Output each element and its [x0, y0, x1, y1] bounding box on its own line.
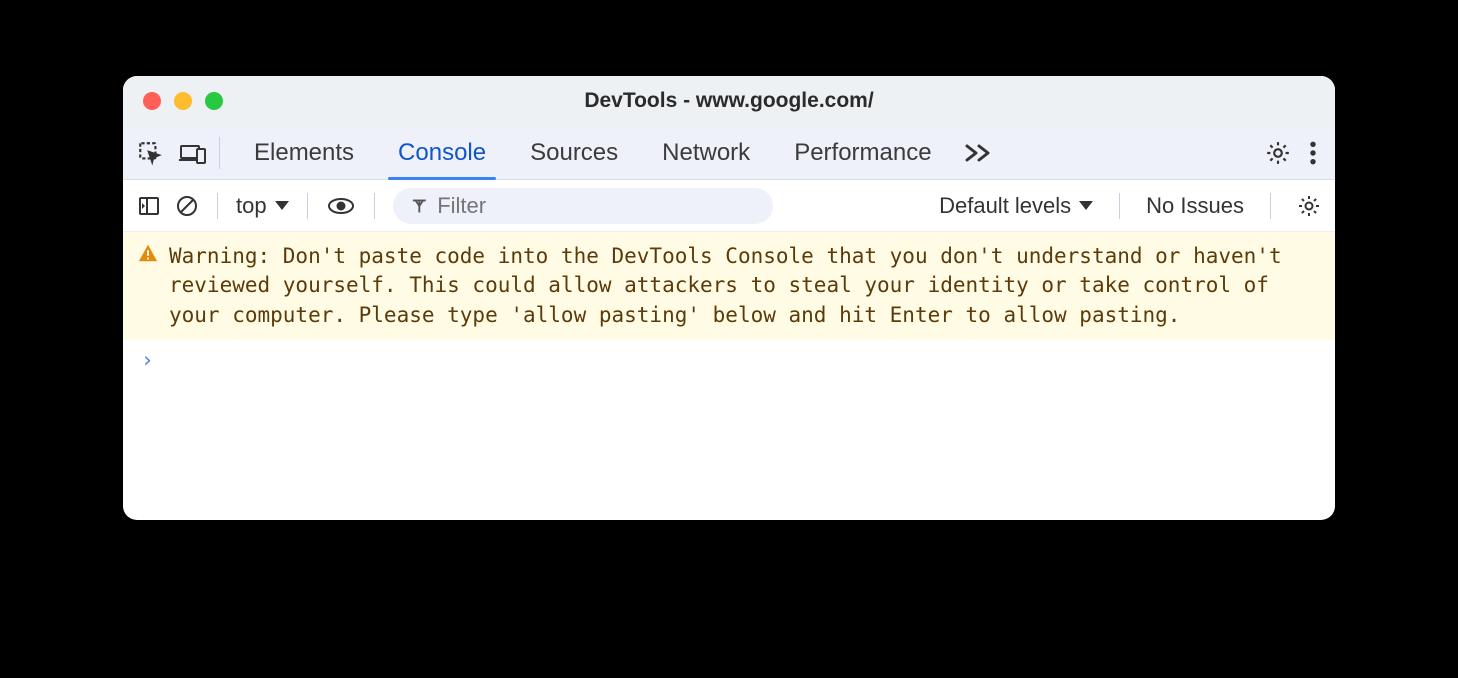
filter-text-field[interactable] — [437, 193, 754, 219]
log-levels-selector[interactable]: Default levels — [939, 193, 1093, 219]
issues-counter[interactable]: No Issues — [1146, 193, 1244, 219]
divider — [217, 193, 218, 219]
divider — [374, 193, 375, 219]
clear-console-icon[interactable] — [175, 194, 199, 218]
console-toolbar: top Default levels — [123, 180, 1335, 232]
context-label: top — [236, 193, 267, 219]
tab-console[interactable]: Console — [376, 126, 508, 179]
settings-icon[interactable] — [1265, 140, 1291, 166]
filter-input[interactable] — [393, 188, 773, 224]
window-title: DevTools - www.google.com/ — [123, 89, 1335, 113]
minimize-window-button[interactable] — [174, 92, 192, 110]
tab-sources[interactable]: Sources — [508, 126, 640, 179]
live-expression-icon[interactable] — [326, 196, 356, 216]
issues-label: No Issues — [1146, 193, 1244, 219]
prompt-chevron-icon: › — [141, 348, 154, 372]
warning-icon — [137, 242, 159, 264]
tab-performance[interactable]: Performance — [772, 126, 953, 179]
close-window-button[interactable] — [143, 92, 161, 110]
inspect-tools — [137, 140, 207, 166]
divider — [307, 193, 308, 219]
divider — [1270, 193, 1271, 219]
console-input-row[interactable]: › — [123, 340, 1335, 380]
dropdown-caret-icon — [275, 201, 289, 211]
maximize-window-button[interactable] — [205, 92, 223, 110]
divider — [1119, 193, 1120, 219]
devtools-window: DevTools - www.google.com/ Elements Cons… — [123, 76, 1335, 520]
inspect-element-icon[interactable] — [137, 140, 163, 166]
console-warning-row: Warning: Don't paste code into the DevTo… — [123, 232, 1335, 340]
titlebar: DevTools - www.google.com/ — [123, 76, 1335, 126]
filter-icon — [411, 197, 428, 215]
main-tabs: Elements Console Sources Network Perform… — [123, 126, 1335, 180]
divider — [219, 137, 220, 169]
levels-label: Default levels — [939, 193, 1071, 219]
warning-text: Warning: Don't paste code into the DevTo… — [169, 242, 1317, 330]
tab-elements[interactable]: Elements — [232, 126, 376, 179]
tab-network[interactable]: Network — [640, 126, 772, 179]
dropdown-caret-icon — [1079, 201, 1093, 211]
console-settings-icon[interactable] — [1297, 194, 1321, 218]
more-tabs-icon[interactable] — [964, 142, 994, 164]
kebab-menu-icon[interactable] — [1309, 140, 1317, 166]
device-toolbar-icon[interactable] — [179, 140, 207, 166]
traffic-lights — [123, 92, 223, 110]
toggle-sidebar-icon[interactable] — [137, 194, 161, 218]
context-selector[interactable]: top — [236, 193, 289, 219]
